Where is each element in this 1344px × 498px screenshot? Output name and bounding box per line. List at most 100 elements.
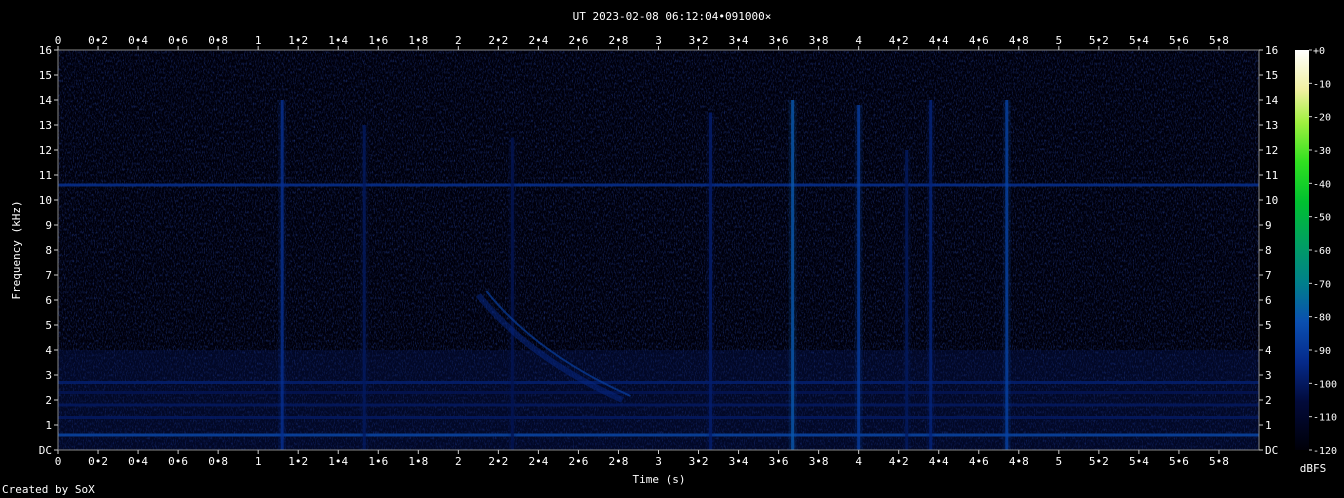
x-tick-label: 4•2 — [889, 455, 909, 468]
x-tick-label-top: 2•6 — [568, 34, 588, 47]
y-tick-label: DC — [39, 444, 52, 457]
x-tick-label-top: 0•4 — [128, 34, 148, 47]
y-tick-label-right: 12 — [1265, 144, 1278, 157]
y-tick-label: 11 — [39, 169, 52, 182]
x-tick-label-top: 0•8 — [208, 34, 228, 47]
x-tick-label-top: 2 — [455, 34, 462, 47]
impulse-glow — [1002, 100, 1011, 450]
colorbar-tick-label: +0 — [1313, 46, 1325, 57]
y-tick-label: 4 — [45, 344, 52, 357]
x-tick-label-top: 2•4 — [528, 34, 548, 47]
impulse-glow — [278, 100, 287, 450]
impulse-glow — [508, 137, 517, 450]
x-tick-label-top: 4•6 — [969, 34, 989, 47]
y-tick-label-right: 15 — [1265, 69, 1278, 82]
x-tick-label: 4•6 — [969, 455, 989, 468]
band-line — [58, 391, 1259, 394]
x-tick-label: 2•2 — [488, 455, 508, 468]
x-tick-label: 0 — [55, 455, 62, 468]
x-tick-label: 1•4 — [328, 455, 348, 468]
x-tick-label-top: 4 — [855, 34, 862, 47]
colorbar-tick-label: -10 — [1313, 79, 1331, 90]
x-tick-label: 3•8 — [809, 455, 829, 468]
x-tick-label: 0•4 — [128, 455, 148, 468]
x-tick-label-top: 3•2 — [689, 34, 709, 47]
x-tick-label: 2•4 — [528, 455, 548, 468]
colorbar-label: dBFS — [1300, 462, 1327, 475]
y-tick-label-right: 1 — [1265, 419, 1272, 432]
colorbar-tick-label: -60 — [1313, 246, 1331, 257]
x-tick-label: 1•6 — [368, 455, 388, 468]
colorbar: +0 -10 -20 -30 -40 -50 -60 -70 -80 -90 -100 -110 -12… — [1295, 46, 1337, 457]
x-tick-label-top: 5•8 — [1209, 34, 1229, 47]
impulse-glow — [854, 105, 863, 450]
y-tick-label-right: 4 — [1265, 344, 1272, 357]
x-tick-label: 4•4 — [929, 455, 949, 468]
x-tick-label-top: 2•8 — [609, 34, 629, 47]
y-tick-label-right: 7 — [1265, 269, 1272, 282]
colorbar-tick-label: -40 — [1313, 179, 1331, 190]
y-tick-label: 1 — [45, 419, 52, 432]
x-tick-label-top: 5•2 — [1089, 34, 1109, 47]
x-axis-label: Time (s) — [633, 473, 686, 486]
y-tick-label: 15 — [39, 69, 52, 82]
y-tick-label-right: 6 — [1265, 294, 1272, 307]
x-tick-label: 4 — [855, 455, 862, 468]
y-tick-label-right: 2 — [1265, 394, 1272, 407]
colorbar-tick-label: -100 — [1313, 379, 1337, 390]
y-tick-label-right: DC — [1265, 444, 1278, 457]
x-tick-label-top: 2•2 — [488, 34, 508, 47]
spectrogram-chart: 000•20•20•40•40•60•60•80•8111•21•21•41•4… — [10, 10, 1337, 486]
colorbar-tick-label: -80 — [1313, 313, 1331, 324]
colorbar-tick-label: -120 — [1313, 446, 1337, 457]
y-tick-label: 10 — [39, 194, 52, 207]
impulse-glow — [902, 150, 911, 450]
x-tick-label: 1•8 — [408, 455, 428, 468]
colorbar-tick-label: -90 — [1313, 346, 1331, 357]
y-tick-label: 12 — [39, 144, 52, 157]
x-tick-label: 5 — [1056, 455, 1063, 468]
x-tick-label-top: 3•4 — [729, 34, 749, 47]
impulse-glow — [926, 100, 935, 450]
y-tick-label-right: 10 — [1265, 194, 1278, 207]
y-tick-label-right: 13 — [1265, 119, 1278, 132]
band-line — [58, 403, 1259, 407]
y-axis-label: Frequency (kHz) — [10, 200, 23, 299]
y-tick-label: 3 — [45, 369, 52, 382]
x-tick-label: 0•8 — [208, 455, 228, 468]
band-line — [58, 416, 1259, 419]
plot-area — [58, 50, 1259, 450]
x-tick-label-top: 0 — [55, 34, 62, 47]
x-tick-label-top: 4•2 — [889, 34, 909, 47]
x-tick-label: 4•8 — [1009, 455, 1029, 468]
x-tick-label-top: 5•4 — [1129, 34, 1149, 47]
x-tick-label: 0•6 — [168, 455, 188, 468]
y-tick-label: 7 — [45, 269, 52, 282]
impulse-glow — [788, 100, 797, 450]
impulse-glow — [706, 112, 715, 450]
band-line — [58, 183, 1259, 187]
x-tick-label-top: 3•8 — [809, 34, 829, 47]
y-tick-label: 5 — [45, 319, 52, 332]
y-tick-label-right: 5 — [1265, 319, 1272, 332]
colorbar-tick-label: -30 — [1313, 146, 1331, 157]
y-tick-label: 9 — [45, 219, 52, 232]
band-line — [58, 433, 1259, 437]
x-tick-label: 5•4 — [1129, 455, 1149, 468]
x-tick-label: 3•6 — [769, 455, 789, 468]
y-tick-label-right: 8 — [1265, 244, 1272, 257]
colorbar-tick-label: -20 — [1313, 113, 1331, 124]
x-tick-label-top: 1 — [255, 34, 262, 47]
x-tick-label: 3 — [655, 455, 662, 468]
y-tick-label-right: 9 — [1265, 219, 1272, 232]
x-tick-label: 5•8 — [1209, 455, 1229, 468]
x-tick-label: 2 — [455, 455, 462, 468]
y-tick-label: 8 — [45, 244, 52, 257]
x-tick-label-top: 3 — [655, 34, 662, 47]
x-tick-label: 1 — [255, 455, 262, 468]
x-tick-label: 2•8 — [609, 455, 629, 468]
x-tick-label-top: 4•8 — [1009, 34, 1029, 47]
colorbar-gradient — [1295, 50, 1309, 450]
y-tick-label-right: 11 — [1265, 169, 1278, 182]
x-tick-label-top: 0•2 — [88, 34, 108, 47]
